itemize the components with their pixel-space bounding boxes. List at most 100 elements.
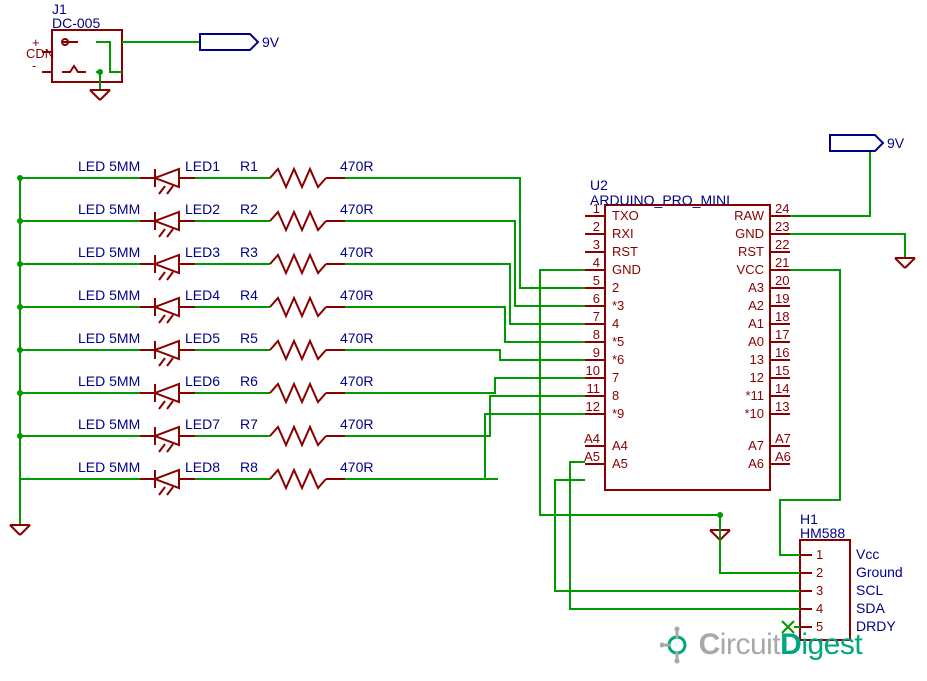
- svg-text:Vcc: Vcc: [856, 546, 879, 562]
- svg-text:470R: 470R: [340, 330, 373, 346]
- svg-text:LED 5MM: LED 5MM: [78, 459, 140, 475]
- ground-symbol-leds: [10, 525, 30, 535]
- svg-text:A6: A6: [748, 456, 764, 471]
- svg-text:GND: GND: [612, 262, 641, 277]
- svg-text:1: 1: [816, 547, 823, 562]
- led-row-7: LED 5MMLED7R7470R: [17, 416, 484, 452]
- svg-text:7: 7: [612, 370, 619, 385]
- arduino-ref: U2: [590, 177, 608, 193]
- svg-text:24: 24: [775, 201, 789, 216]
- svg-text:16: 16: [775, 345, 789, 360]
- svg-text:7: 7: [593, 309, 600, 324]
- svg-text:LED 5MM: LED 5MM: [78, 416, 140, 432]
- svg-text:R3: R3: [240, 244, 258, 260]
- svg-text:SCL: SCL: [856, 582, 883, 598]
- svg-text:R5: R5: [240, 330, 258, 346]
- svg-text:13: 13: [775, 399, 789, 414]
- svg-text:RST: RST: [612, 244, 638, 259]
- svg-text:5: 5: [593, 273, 600, 288]
- svg-text:A1: A1: [748, 316, 764, 331]
- svg-text:*6: *6: [612, 352, 624, 367]
- svg-text:LED 5MM: LED 5MM: [78, 158, 140, 174]
- svg-text:470R: 470R: [340, 287, 373, 303]
- svg-text:470R: 470R: [340, 244, 373, 260]
- svg-text:8: 8: [593, 327, 600, 342]
- svg-text:20: 20: [775, 273, 789, 288]
- svg-text:470R: 470R: [340, 158, 373, 174]
- svg-text:2: 2: [593, 219, 600, 234]
- svg-text:LED 5MM: LED 5MM: [78, 201, 140, 217]
- svg-text:A5: A5: [584, 449, 600, 464]
- svg-text:LED1: LED1: [185, 158, 220, 174]
- svg-text:LED5: LED5: [185, 330, 220, 346]
- svg-text:A7: A7: [775, 431, 791, 446]
- led-row-3: LED 5MM LED3 R3 470R: [17, 244, 428, 280]
- svg-text:4: 4: [612, 316, 619, 331]
- svg-text:*9: *9: [612, 406, 624, 421]
- svg-text:R8: R8: [240, 459, 258, 475]
- svg-text:470R: 470R: [340, 373, 373, 389]
- svg-text:RST: RST: [738, 244, 764, 259]
- svg-text:23: 23: [775, 219, 789, 234]
- svg-text:22: 22: [775, 237, 789, 252]
- svg-text:9V: 9V: [262, 34, 280, 50]
- svg-text:4: 4: [816, 601, 823, 616]
- no-connect: [782, 621, 800, 633]
- svg-text:9: 9: [593, 345, 600, 360]
- svg-text:10: 10: [586, 363, 600, 378]
- ground-symbol-right: [895, 258, 915, 268]
- svg-text:*11: *11: [745, 388, 764, 403]
- svg-text:LED7: LED7: [185, 416, 220, 432]
- svg-text:LED3: LED3: [185, 244, 220, 260]
- power-tag-9v-right: 9V: [830, 135, 905, 151]
- led-row-8: LED 5MMLED8R8470R: [20, 459, 498, 495]
- svg-text:A4: A4: [584, 431, 600, 446]
- svg-text:TXO: TXO: [612, 208, 639, 223]
- svg-text:3: 3: [593, 237, 600, 252]
- svg-text:21: 21: [775, 255, 789, 270]
- svg-text:470R: 470R: [340, 416, 373, 432]
- svg-text:R6: R6: [240, 373, 258, 389]
- svg-text:8: 8: [612, 388, 619, 403]
- svg-text:5: 5: [816, 619, 823, 634]
- svg-text:9V: 9V: [887, 135, 905, 151]
- led-row-5: LED 5MM LED5 R5 470R: [17, 330, 456, 366]
- arduino-pro-mini: U2 ARDUINO_PRO_MINI 1TXO2RXI3RST4GND526*…: [584, 177, 791, 490]
- svg-text:A7: A7: [748, 438, 764, 453]
- svg-text:470R: 470R: [340, 459, 373, 475]
- svg-text:SDA: SDA: [856, 600, 885, 616]
- dc-jack-part: DC-005: [52, 15, 100, 31]
- ground-symbol-jack: [90, 90, 110, 100]
- svg-text:14: 14: [775, 381, 789, 396]
- svg-text:LED6: LED6: [185, 373, 220, 389]
- svg-text:*3: *3: [612, 298, 624, 313]
- svg-text:12: 12: [750, 370, 764, 385]
- svg-text:LED 5MM: LED 5MM: [78, 330, 140, 346]
- svg-text:470R: 470R: [340, 201, 373, 217]
- svg-text:19: 19: [775, 291, 789, 306]
- svg-text:11: 11: [587, 381, 601, 396]
- svg-text:*5: *5: [612, 334, 624, 349]
- svg-text:15: 15: [775, 363, 789, 378]
- svg-text:4: 4: [593, 255, 600, 270]
- svg-text:-: -: [32, 58, 36, 73]
- svg-text:2: 2: [816, 565, 823, 580]
- svg-text:1: 1: [593, 201, 600, 216]
- led-row-2: LED 5MMLED2R2470R: [17, 201, 414, 237]
- svg-text:*10: *10: [744, 406, 764, 421]
- hm588-sensor: H1 HM588 1Vcc2Ground3SCL4SDA5DRDY: [800, 511, 903, 640]
- svg-text:18: 18: [775, 309, 789, 324]
- svg-text:R4: R4: [240, 287, 258, 303]
- svg-text:A3: A3: [748, 280, 764, 295]
- led-row-4: LED 5MMLED4R4470R: [17, 287, 442, 323]
- svg-text:VCC: VCC: [737, 262, 764, 277]
- svg-text:LED 5MM: LED 5MM: [78, 244, 140, 260]
- svg-text:R2: R2: [240, 201, 258, 217]
- svg-text:A6: A6: [775, 449, 791, 464]
- arduino-part: ARDUINO_PRO_MINI: [590, 192, 730, 208]
- svg-text:R1: R1: [240, 158, 258, 174]
- led-row-6: LED 5MMLED6R6470R: [17, 373, 470, 409]
- sensor-part: HM588: [800, 525, 845, 541]
- svg-text:CDN: CDN: [26, 46, 54, 61]
- svg-text:GND: GND: [735, 226, 764, 241]
